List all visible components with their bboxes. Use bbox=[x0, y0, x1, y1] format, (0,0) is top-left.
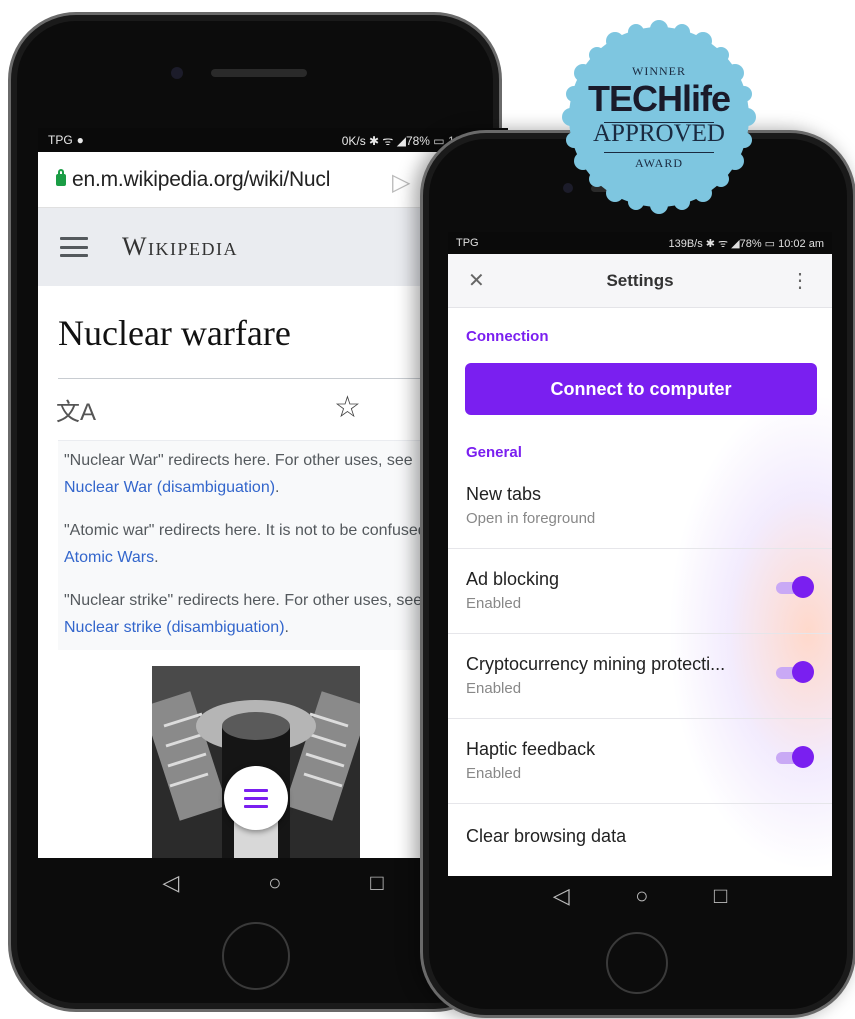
badge-award-text: AWARD bbox=[634, 156, 684, 170]
badge-winner-text: WINNER bbox=[632, 64, 686, 78]
translate-icon[interactable]: 文A bbox=[56, 392, 96, 427]
hatnotes: "Nuclear War" redirects here. For other … bbox=[58, 440, 478, 650]
hatnote: "Atomic war" redirects here. It is not t… bbox=[64, 517, 464, 571]
badge-brand-logo: TECHlife bbox=[587, 78, 731, 119]
home-icon[interactable]: ○ bbox=[635, 883, 648, 909]
right-home-button[interactable] bbox=[606, 932, 668, 994]
status-indicators: 139B/s ✱ ᯤ ◢78% ▭ 10:02 am bbox=[668, 237, 824, 250]
close-icon[interactable]: ✕ bbox=[468, 268, 485, 293]
setting-title: Haptic feedback bbox=[466, 739, 596, 759]
back-icon[interactable]: ◁ bbox=[553, 883, 570, 909]
lock-icon bbox=[56, 168, 66, 186]
hatnote-link[interactable]: Nuclear strike (disambiguation) bbox=[64, 619, 285, 636]
setting-subtitle: Open in foreground bbox=[466, 510, 596, 527]
earpiece-speaker bbox=[211, 69, 307, 77]
connect-to-computer-button[interactable]: Connect to computer bbox=[465, 363, 817, 415]
setting-title: Ad blocking bbox=[466, 569, 560, 589]
send-icon[interactable]: ▷ bbox=[392, 168, 410, 197]
back-icon[interactable]: ◁ bbox=[162, 870, 179, 896]
setting-row-clear-browsing-data[interactable]: Clear browsing data bbox=[448, 804, 832, 876]
setting-row-haptic-feedback[interactable]: Haptic feedback Enabled bbox=[448, 719, 832, 804]
url-text[interactable]: en.m.wikipedia.org/wiki/Nucl bbox=[72, 168, 330, 192]
hatnote-text: "Nuclear strike" redirects here. For oth… bbox=[64, 592, 423, 609]
front-camera bbox=[171, 67, 183, 79]
stage: TPG ● 0K/s ✱ ᯤ ◢78% ▭ 10:02 am en.m.wiki… bbox=[0, 0, 855, 1019]
setting-title: Clear browsing data bbox=[466, 826, 627, 846]
location-icon: ● bbox=[76, 133, 84, 147]
wikipedia-logo[interactable]: Wikipedia bbox=[122, 232, 238, 262]
right-navigation-bar: ◁ ○ □ bbox=[448, 876, 832, 916]
badge-rule bbox=[604, 152, 714, 153]
carrier-label: TPG bbox=[48, 133, 73, 147]
status-bar: TPG 139B/s ✱ ᯤ ◢78% ▭ 10:02 am bbox=[448, 232, 832, 254]
settings-header: ✕ Settings ⋮ bbox=[448, 254, 832, 308]
hatnote: "Nuclear strike" redirects here. For oth… bbox=[64, 587, 464, 641]
hatnote-tail: . bbox=[154, 549, 159, 566]
hatnote-text: "Atomic war" redirects here. It is not t… bbox=[64, 522, 460, 539]
mining-protection-toggle[interactable] bbox=[776, 661, 814, 683]
menu-icon[interactable] bbox=[60, 237, 88, 257]
recents-icon[interactable]: □ bbox=[370, 870, 383, 896]
section-heading-general: General bbox=[466, 444, 522, 461]
status-bar: TPG ● 0K/s ✱ ᯤ ◢78% ▭ 10:02 am bbox=[38, 128, 508, 152]
article-title: Nuclear warfare bbox=[58, 313, 291, 353]
ad-blocking-toggle[interactable] bbox=[776, 576, 814, 598]
setting-row-ad-blocking[interactable]: Ad blocking Enabled bbox=[448, 549, 832, 634]
hatnote-text: "Nuclear War" redirects here. For other … bbox=[64, 452, 413, 469]
setting-title: New tabs bbox=[466, 484, 542, 504]
hatnote-link[interactable]: Nuclear War (disambiguation) bbox=[64, 479, 275, 496]
award-badge: WINNER TECHlife APPROVED AWARD bbox=[562, 20, 756, 214]
star-icon[interactable]: ☆ bbox=[334, 390, 361, 425]
haptic-feedback-toggle[interactable] bbox=[776, 746, 814, 768]
left-home-button[interactable] bbox=[222, 922, 290, 990]
more-options-icon[interactable]: ⋮ bbox=[790, 268, 810, 293]
setting-row-cryptocurrency-mining[interactable]: Cryptocurrency mining protecti... Enable… bbox=[448, 634, 832, 719]
hatnote-link[interactable]: Atomic Wars bbox=[64, 549, 154, 566]
badge-face: WINNER TECHlife APPROVED AWARD bbox=[572, 30, 746, 204]
setting-row-new-tabs[interactable]: New tabs Open in foreground bbox=[448, 464, 832, 549]
setting-subtitle: Enabled bbox=[466, 765, 522, 782]
setting-title: Cryptocurrency mining protecti... bbox=[466, 654, 726, 674]
hatnote-tail: . bbox=[284, 619, 289, 636]
home-icon[interactable]: ○ bbox=[268, 870, 281, 896]
section-heading-connection: Connection bbox=[466, 328, 549, 345]
recents-icon[interactable]: □ bbox=[714, 883, 727, 909]
badge-approved-text: APPROVED bbox=[593, 120, 725, 147]
carrier-label: TPG bbox=[456, 237, 479, 249]
right-phone-screen: TPG 139B/s ✱ ᯤ ◢78% ▭ 10:02 am ✕ Setting… bbox=[448, 232, 832, 876]
menu-fab-button[interactable] bbox=[224, 766, 288, 830]
setting-subtitle: Enabled bbox=[466, 680, 522, 697]
setting-subtitle: Enabled bbox=[466, 595, 522, 612]
page-title: Settings bbox=[606, 270, 674, 290]
hatnote-tail: . bbox=[275, 479, 280, 496]
hatnote: "Nuclear War" redirects here. For other … bbox=[64, 447, 464, 501]
